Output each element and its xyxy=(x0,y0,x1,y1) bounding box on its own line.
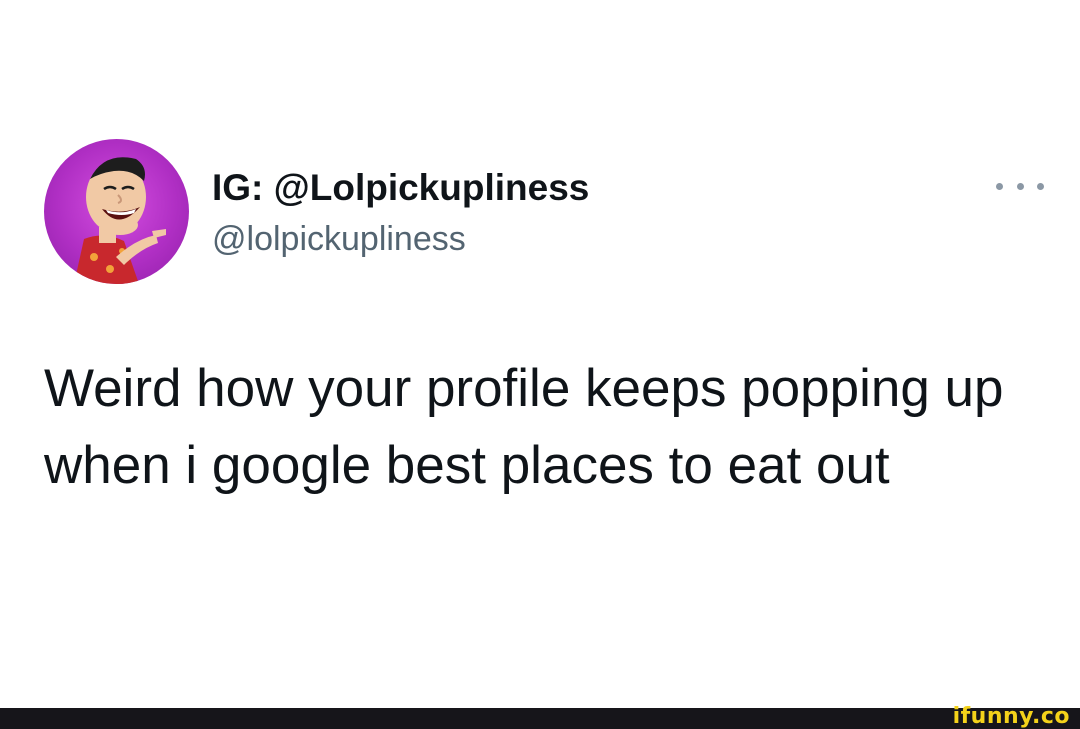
cartoon-character-icon xyxy=(74,157,166,284)
more-dot xyxy=(1037,182,1044,190)
ifunny-watermark: ifunny.co xyxy=(952,704,1070,729)
more-dot xyxy=(996,182,1003,190)
display-name[interactable]: IG: @Lolpickupliness xyxy=(212,166,589,210)
tweet-card: IG: @Lolpickupliness @lolpickupliness We… xyxy=(0,0,1080,708)
tweet-text: Weird how your profile keeps popping up … xyxy=(44,359,1004,495)
avatar[interactable] xyxy=(44,139,189,284)
more-dot xyxy=(1016,182,1024,190)
more-options-icon[interactable] xyxy=(996,176,1044,196)
footer-bar: ifunny.co xyxy=(0,704,1080,729)
user-handle[interactable]: @lolpickupliness xyxy=(212,218,466,260)
